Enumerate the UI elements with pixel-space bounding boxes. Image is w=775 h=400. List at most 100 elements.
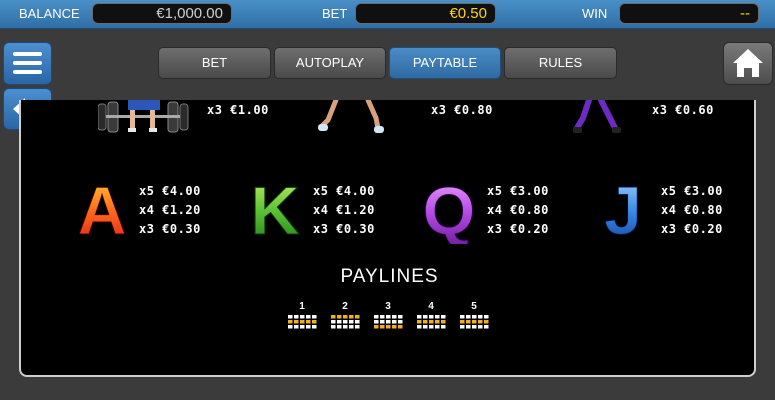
payline-grid <box>288 315 317 329</box>
payline-cell <box>386 315 391 319</box>
payline-cell <box>374 320 379 324</box>
tab-autoplay[interactable]: AUTOPLAY <box>274 47 386 79</box>
payline-cell <box>355 325 360 329</box>
balance-value: €1,000.00 <box>92 3 232 24</box>
letter-K-symbol: K <box>250 174 300 244</box>
payline-number: 4 <box>428 301 434 312</box>
A-payout-x5: x5 €4.00 <box>139 184 201 198</box>
payline-cell <box>472 325 477 329</box>
win-label: WIN <box>582 6 608 21</box>
payline-number: 2 <box>342 301 348 312</box>
payline-cell <box>484 320 489 324</box>
payline-cell <box>423 315 428 319</box>
J-payout-x5: x5 €3.00 <box>661 184 723 198</box>
payline-cell <box>337 320 342 324</box>
payline-cell <box>478 315 483 319</box>
payline-cell <box>331 320 336 324</box>
win-value: -- <box>619 3 759 24</box>
payline-cell <box>441 315 446 319</box>
payline-cell <box>300 325 305 329</box>
payline-cell <box>337 325 342 329</box>
payline-cell <box>337 315 342 319</box>
athlete-purple-payout: x3 €0.60 <box>652 103 714 117</box>
payline-number: 3 <box>385 301 391 312</box>
payline-cell <box>478 320 483 324</box>
payline-cell <box>312 325 317 329</box>
payline-cell <box>417 320 422 324</box>
athlete-purple-symbol <box>573 100 621 133</box>
payline-cell <box>294 325 299 329</box>
payline-cell <box>423 320 428 324</box>
payline-cell <box>294 320 299 324</box>
A-payout-x3: x3 €0.30 <box>139 222 201 236</box>
Q-payout-x4: x4 €0.80 <box>487 203 549 217</box>
home-button[interactable] <box>723 42 773 85</box>
payline-cell <box>429 320 434 324</box>
payline-cell <box>398 320 403 324</box>
weightlifter-payout: x3 €1.00 <box>207 103 269 117</box>
payline-cell <box>460 315 465 319</box>
menu-button[interactable] <box>3 42 52 85</box>
payline-cell <box>460 325 465 329</box>
paylines-title: PAYLINES <box>340 266 439 287</box>
letter-K-glyph: K <box>250 174 299 244</box>
payline-cell <box>380 320 385 324</box>
bet-label: BET <box>322 6 348 21</box>
payline-cell <box>429 325 434 329</box>
payline-cell <box>343 320 348 324</box>
payline-cell <box>398 325 403 329</box>
tab-rules[interactable]: RULES <box>504 47 617 79</box>
payline-cell <box>306 315 311 319</box>
runner-symbol <box>318 100 384 133</box>
payline-cell <box>435 325 440 329</box>
J-payout-x4: x4 €0.80 <box>661 203 723 217</box>
Q-payout-x3: x3 €0.20 <box>487 222 549 236</box>
letter-A-glyph: A <box>77 174 126 244</box>
payline-cell <box>294 315 299 319</box>
status-bar: BALANCE €1,000.00 BET €0.50 WIN -- <box>0 0 775 29</box>
payline-cell <box>306 320 311 324</box>
Q-payout-x5: x5 €3.00 <box>487 184 549 198</box>
A-payout-x4: x4 €1.20 <box>139 203 201 217</box>
runner-payout: x3 €0.80 <box>431 103 493 117</box>
payline-number: 1 <box>299 301 305 312</box>
payline-cell <box>380 325 385 329</box>
payline-cell <box>355 315 360 319</box>
payline-cell <box>435 320 440 324</box>
payline-cell <box>343 315 348 319</box>
tab-bet[interactable]: BET <box>158 47 271 79</box>
letter-Q-glyph: Q <box>423 174 476 244</box>
payline-cell <box>331 325 336 329</box>
hamburger-menu-icon <box>13 52 42 74</box>
payline-cell <box>380 315 385 319</box>
letter-J-symbol: J <box>604 174 643 244</box>
payline-cell <box>288 325 293 329</box>
payline-cell <box>349 315 354 319</box>
payline-cell <box>417 325 422 329</box>
payline-number: 5 <box>471 301 477 312</box>
letter-A-symbol: A <box>77 174 127 244</box>
payline-cell <box>374 315 379 319</box>
payline-cell <box>392 315 397 319</box>
payline-cell <box>466 325 471 329</box>
payline-cell <box>300 315 305 319</box>
K-payout-x5: x5 €4.00 <box>313 184 375 198</box>
tab-paytable[interactable]: PAYTABLE <box>389 47 501 79</box>
payline-cell <box>386 325 391 329</box>
payline-cell <box>374 325 379 329</box>
K-payout-x3: x3 €0.30 <box>313 222 375 236</box>
payline-cell <box>484 325 489 329</box>
header <box>0 29 775 100</box>
payline-grid <box>460 315 489 329</box>
payline-cell <box>484 315 489 319</box>
payline-cell <box>392 325 397 329</box>
letter-J-glyph: J <box>604 174 642 244</box>
paytable-panel: x3 €1.00 x3 €0.80 x3 €0.60 A K Q J x5 €4… <box>19 100 756 377</box>
payline-cell <box>435 315 440 319</box>
payline-cell <box>441 325 446 329</box>
J-payout-x3: x3 €0.20 <box>661 222 723 236</box>
K-payout-x4: x4 €1.20 <box>313 203 375 217</box>
payline-cell <box>288 320 293 324</box>
payline-cell <box>423 325 428 329</box>
letter-Q-symbol: Q <box>422 174 476 244</box>
